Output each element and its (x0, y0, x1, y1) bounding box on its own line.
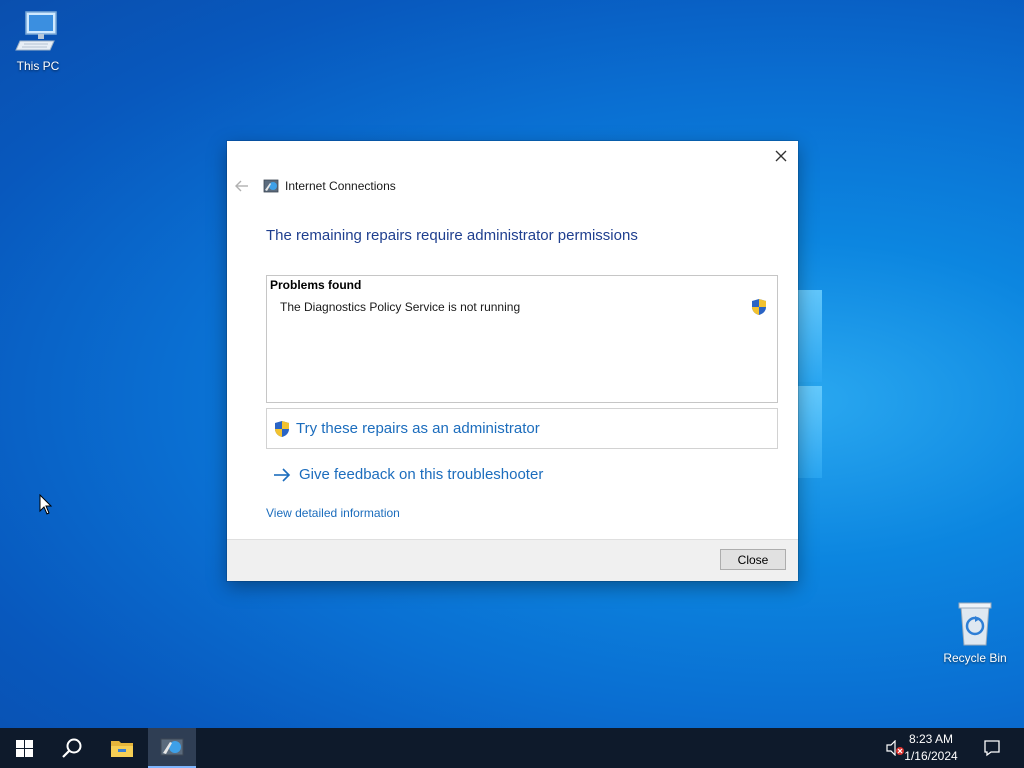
clock-time: 8:23 AM (908, 732, 954, 746)
recycle-bin-icon (958, 602, 992, 646)
try-repairs-label: Try these repairs as an administrator (296, 420, 540, 437)
windows-logo-decoration (796, 288, 826, 484)
desktop-icon-label: This PC (16, 59, 60, 73)
uac-shield-icon (275, 420, 289, 437)
give-feedback-label: Give feedback on this troubleshooter (299, 466, 544, 483)
try-repairs-as-admin-button[interactable]: Try these repairs as an administrator (266, 408, 778, 449)
main-heading: The remaining repairs require administra… (266, 227, 638, 244)
give-feedback-link[interactable]: Give feedback on this troubleshooter (273, 466, 543, 483)
mouse-cursor-icon (39, 494, 53, 515)
desktop-background: This PC Recycle Bin Internet Connections… (0, 0, 1024, 728)
taskbar: 8:23 AM 1/16/2024 (0, 728, 1024, 768)
file-explorer-button[interactable] (98, 728, 146, 768)
search-icon (62, 738, 82, 758)
close-icon[interactable] (772, 147, 790, 165)
internet-connections-icon (263, 179, 279, 193)
computer-icon (15, 11, 57, 51)
arrow-right-icon (274, 467, 291, 482)
file-explorer-icon (111, 741, 133, 757)
troubleshooter-taskbar-button[interactable] (148, 728, 196, 768)
view-detailed-information-link[interactable]: View detailed information (266, 506, 400, 520)
troubleshooter-dialog: Internet Connections The remaining repai… (227, 141, 798, 581)
problem-item: The Diagnostics Policy Service is not ru… (280, 300, 521, 314)
dialog-header: Internet Connections (235, 178, 396, 194)
problems-title: Problems found (270, 278, 362, 292)
notifications-icon (984, 740, 1000, 757)
desktop-icon-this-pc[interactable]: This PC (2, 10, 74, 73)
action-center-button[interactable] (974, 728, 1010, 768)
system-clock[interactable]: 8:23 AM 1/16/2024 (896, 731, 966, 765)
desktop-icon-recycle-bin[interactable]: Recycle Bin (939, 602, 1011, 665)
troubleshooter-icon (160, 738, 184, 756)
clock-date: 1/16/2024 (904, 749, 958, 763)
uac-shield-icon (752, 299, 766, 315)
start-button[interactable] (0, 728, 48, 768)
problems-found-box: Problems found The Diagnostics Policy Se… (266, 275, 778, 403)
close-button[interactable]: Close (720, 549, 786, 570)
dialog-footer: Close (227, 539, 798, 581)
back-arrow-icon[interactable] (235, 180, 249, 192)
desktop-icon-label: Recycle Bin (943, 651, 1007, 665)
start-icon (15, 739, 33, 757)
app-title: Internet Connections (285, 179, 396, 193)
search-button[interactable] (48, 728, 96, 768)
